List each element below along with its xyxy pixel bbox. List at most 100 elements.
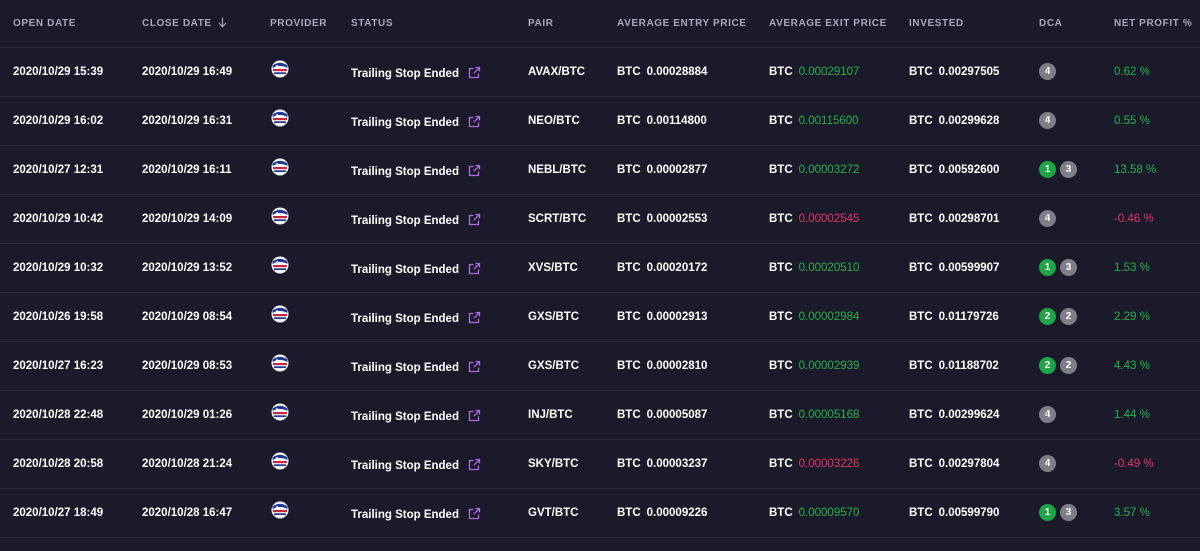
net-profit-value: 1.53 %: [1114, 262, 1150, 274]
status: Trailing Stop Ended: [338, 115, 515, 129]
external-link-icon[interactable]: [468, 66, 481, 79]
header-close-date-label: CLOSE DATE: [142, 18, 212, 29]
provider[interactable]: [258, 157, 338, 177]
table-row[interactable]: 2020/10/29 15:39 2020/10/29 16:49 Traili…: [0, 48, 1200, 97]
provider-avatar-icon[interactable]: [270, 255, 290, 275]
external-link-icon[interactable]: [468, 213, 481, 226]
header-pair[interactable]: PAIR: [515, 18, 604, 29]
provider-avatar-icon[interactable]: [270, 451, 290, 471]
provider-avatar-icon[interactable]: [270, 402, 290, 422]
provider[interactable]: [258, 108, 338, 128]
exit-price: BTC 0.00003226: [756, 458, 896, 470]
open-date-value: 2020/10/29 15:39: [13, 66, 104, 78]
dca-completed-badge: 1: [1039, 258, 1056, 276]
external-link-icon[interactable]: [468, 458, 481, 471]
table-row[interactable]: 2020/10/28 20:58 2020/10/28 21:24 Traili…: [0, 440, 1200, 489]
pair-value: AVAX/BTC: [528, 66, 586, 78]
net-profit: 0.55 %: [1101, 115, 1200, 127]
open-date-value: 2020/10/28 20:58: [13, 458, 104, 470]
header-status-label: STATUS: [351, 18, 394, 29]
provider[interactable]: [258, 206, 338, 226]
table-row[interactable]: 2020/10/28 22:48 2020/10/29 01:26 Traili…: [0, 391, 1200, 440]
open-date: 2020/10/28 22:48: [0, 409, 129, 421]
exit-price-value: 0.00003226: [798, 458, 860, 470]
dca-completed-badge: 1: [1039, 503, 1056, 521]
currency-label: BTC: [769, 115, 793, 127]
invested: BTC 0.00297505: [896, 66, 1026, 78]
close-date-value: 2020/10/28 16:47: [142, 507, 233, 519]
provider[interactable]: [258, 500, 338, 520]
currency-label: BTC: [909, 164, 933, 176]
table-row[interactable]: 2020/10/29 10:32 2020/10/29 13:52 Traili…: [0, 244, 1200, 293]
external-link-icon[interactable]: [468, 262, 481, 275]
header-entry-price[interactable]: AVERAGE ENTRY PRICE: [604, 18, 756, 29]
currency-label: BTC: [617, 213, 641, 225]
table-row[interactable]: 2020/10/27 12:31 2020/10/29 16:11 Traili…: [0, 146, 1200, 195]
invested: BTC 0.01188702: [896, 360, 1026, 372]
currency-label: BTC: [909, 360, 933, 372]
external-link-icon[interactable]: [468, 115, 481, 128]
external-link-icon[interactable]: [468, 360, 481, 373]
provider-avatar-icon[interactable]: [270, 304, 290, 324]
close-date: 2020/10/29 16:31: [129, 115, 258, 127]
open-date: 2020/10/29 10:32: [0, 262, 129, 274]
table-row[interactable]: 2020/10/27 18:49 2020/10/28 16:47 Traili…: [0, 489, 1200, 538]
header-open-date[interactable]: OPEN DATE: [0, 18, 129, 29]
table-row[interactable]: 2020/10/27 16:23 2020/10/29 08:53 Traili…: [0, 342, 1200, 391]
header-close-date[interactable]: CLOSE DATE: [129, 17, 258, 31]
provider-avatar-icon[interactable]: [270, 206, 290, 226]
invested-value: 0.00599790: [938, 507, 1000, 519]
dca-remaining-badge: 4: [1039, 209, 1056, 227]
provider[interactable]: [258, 353, 338, 373]
status-text: Trailing Stop Ended: [351, 215, 459, 227]
provider[interactable]: [258, 451, 338, 471]
pair-value: SKY/BTC: [528, 458, 579, 470]
table-row[interactable]: 2020/10/29 16:02 2020/10/29 16:31 Traili…: [0, 97, 1200, 146]
exit-price: BTC 0.00020510: [756, 262, 896, 274]
external-link-icon[interactable]: [468, 409, 481, 422]
provider-avatar-icon[interactable]: [270, 500, 290, 520]
header-status[interactable]: STATUS: [338, 18, 515, 29]
close-date: 2020/10/29 08:54: [129, 311, 258, 323]
dca-remaining-badge: 3: [1060, 258, 1077, 276]
status-text: Trailing Stop Ended: [351, 460, 459, 472]
external-link-icon[interactable]: [468, 164, 481, 177]
provider[interactable]: [258, 304, 338, 324]
header-exit-price[interactable]: AVERAGE EXIT PRICE: [756, 18, 896, 29]
provider-avatar-icon[interactable]: [270, 108, 290, 128]
dca-remaining-badge: 4: [1039, 454, 1056, 472]
dca: 13: [1026, 503, 1101, 521]
net-profit: 1.44 %: [1101, 409, 1200, 421]
pair-value: XVS/BTC: [528, 262, 578, 274]
entry-price-value: 0.00002913: [646, 311, 708, 323]
table-row[interactable]: 2020/10/26 19:58 2020/10/29 08:54 Traili…: [0, 293, 1200, 342]
entry-price: BTC 0.00114800: [604, 115, 756, 127]
provider-avatar-icon[interactable]: [270, 59, 290, 79]
net-profit: 0.62 %: [1101, 66, 1200, 78]
header-provider[interactable]: PROVIDER: [258, 18, 338, 29]
arrow-down-icon[interactable]: [218, 17, 227, 31]
pair-value: INJ/BTC: [528, 409, 573, 421]
entry-price-value: 0.00114800: [646, 115, 707, 127]
header-net-profit[interactable]: NET PROFIT %: [1101, 18, 1200, 29]
provider[interactable]: [258, 402, 338, 422]
header-invested[interactable]: INVESTED: [896, 18, 1026, 29]
exit-price: BTC 0.00003272: [756, 164, 896, 176]
currency-label: BTC: [769, 360, 793, 372]
pair: INJ/BTC: [515, 409, 604, 421]
status-text: Trailing Stop Ended: [351, 362, 459, 374]
external-link-icon[interactable]: [468, 507, 481, 520]
provider[interactable]: [258, 255, 338, 275]
dca: 22: [1026, 356, 1101, 374]
dca: 13: [1026, 160, 1101, 178]
dca-remaining-badge: 2: [1060, 307, 1077, 325]
provider[interactable]: [258, 59, 338, 79]
entry-price-value: 0.00009226: [646, 507, 708, 519]
external-link-icon[interactable]: [468, 311, 481, 324]
provider-avatar-icon[interactable]: [270, 157, 290, 177]
currency-label: BTC: [617, 66, 641, 78]
open-date-value: 2020/10/29 10:42: [13, 213, 104, 225]
provider-avatar-icon[interactable]: [270, 353, 290, 373]
header-dca[interactable]: DCA: [1026, 18, 1101, 29]
table-row[interactable]: 2020/10/29 10:42 2020/10/29 14:09 Traili…: [0, 195, 1200, 244]
